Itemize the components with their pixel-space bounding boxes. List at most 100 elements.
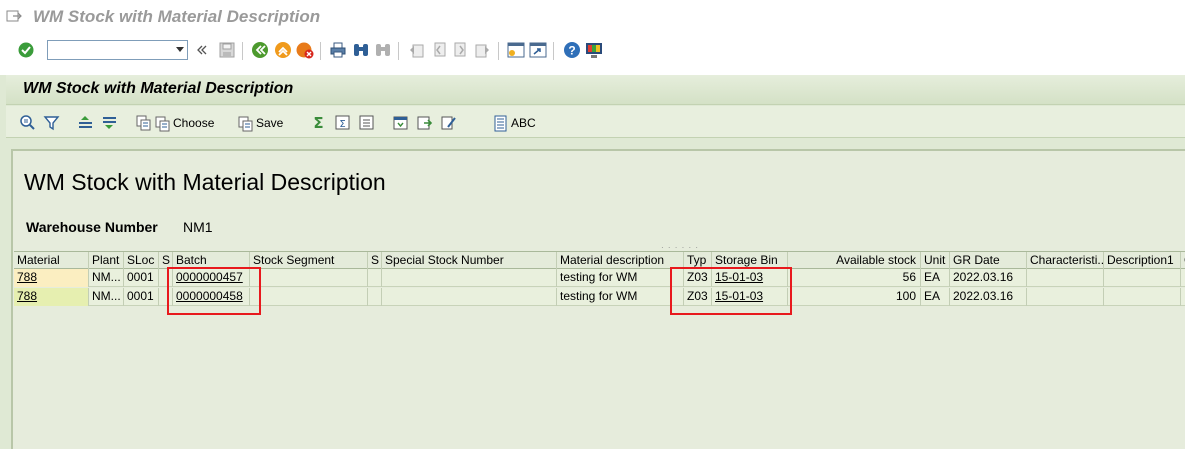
- column-header-sloc[interactable]: SLoc: [124, 252, 159, 270]
- filter-icon[interactable]: [43, 114, 60, 131]
- cell-gr-date: 2022.03.16: [950, 288, 1027, 306]
- cell-s2: [368, 288, 382, 306]
- details-icon[interactable]: [19, 114, 36, 131]
- column-header-typ[interactable]: Typ: [684, 252, 712, 270]
- save-label: Save: [256, 116, 284, 130]
- cell-unit: EA: [921, 288, 950, 306]
- cell-special-stock-number: [382, 269, 557, 287]
- cell-sloc: 0001: [124, 288, 159, 306]
- shortcut-icon[interactable]: [529, 41, 547, 59]
- column-header-material[interactable]: Material: [14, 252, 89, 270]
- first-page-icon[interactable]: [407, 41, 425, 59]
- app-title-bar: WM Stock with Material Description: [6, 75, 1185, 105]
- separator: [320, 42, 321, 60]
- column-header-batch[interactable]: Batch: [173, 252, 250, 270]
- cell-material[interactable]: 788: [14, 269, 89, 287]
- window-title-bar: WM Stock with Material Description: [0, 0, 1185, 34]
- column-header-s[interactable]: S: [159, 252, 173, 270]
- cell-characteristic: [1027, 269, 1104, 287]
- cell-plant: NM...: [89, 288, 124, 306]
- save-layout-icon: [238, 116, 253, 131]
- back-icon[interactable]: [251, 41, 269, 59]
- warehouse-number-label: Warehouse Number: [26, 219, 158, 235]
- cell-available-stock: 100: [788, 288, 921, 306]
- save-layout-button[interactable]: Save: [237, 114, 283, 132]
- cell-s: [159, 269, 173, 287]
- table-row[interactable]: 788 NM... 0001 0000000458 testing for WM…: [14, 288, 1185, 306]
- sort-descending-icon[interactable]: [101, 114, 118, 131]
- cell-sloc: 0001: [124, 269, 159, 287]
- svg-text:?: ?: [568, 44, 575, 58]
- column-header-s2[interactable]: S: [368, 252, 382, 270]
- next-page-icon[interactable]: [452, 41, 470, 59]
- cancel-icon[interactable]: [296, 41, 314, 59]
- export-icon[interactable]: [392, 114, 409, 131]
- choose-label: Choose: [173, 116, 215, 130]
- sort-ascending-icon[interactable]: [77, 114, 94, 131]
- customize-layout-icon[interactable]: [585, 41, 603, 59]
- save-icon[interactable]: [218, 41, 236, 59]
- abc-analysis-button[interactable]: ABC: [492, 114, 536, 132]
- last-page-icon[interactable]: [474, 41, 492, 59]
- send-icon[interactable]: [416, 114, 433, 131]
- command-field[interactable]: [47, 40, 188, 60]
- cell-batch[interactable]: 0000000458: [173, 288, 250, 306]
- print-icon[interactable]: [329, 41, 347, 59]
- column-header-available-stock[interactable]: Available stock: [788, 252, 921, 270]
- collapse-icon[interactable]: [196, 41, 208, 59]
- cell-available-stock: 56: [788, 269, 921, 287]
- cell-s: [159, 288, 173, 306]
- column-header-material-description[interactable]: Material description: [557, 252, 684, 270]
- abc-label: ABC: [511, 116, 536, 130]
- column-header-description1[interactable]: Description1: [1104, 252, 1181, 270]
- select-layout-icon[interactable]: [135, 114, 152, 131]
- column-header-unit[interactable]: Unit: [921, 252, 950, 270]
- chevron-down-icon[interactable]: [176, 47, 184, 52]
- cell-c: [1181, 269, 1185, 287]
- expand-collapse-icon[interactable]: [358, 114, 375, 131]
- choose-icon: [155, 116, 170, 131]
- cell-storage-bin[interactable]: 15-01-03: [712, 288, 788, 306]
- cell-c: [1181, 288, 1185, 306]
- exit-icon[interactable]: [274, 41, 292, 59]
- column-header-characteristic[interactable]: Characteristi...: [1027, 252, 1104, 270]
- cell-material[interactable]: 788: [14, 288, 89, 306]
- cell-description1: [1104, 288, 1181, 306]
- find-next-icon[interactable]: [374, 41, 392, 59]
- application-toolbar: Choose Save Σ Σ ABC: [6, 106, 1185, 138]
- cell-gr-date: 2022.03.16: [950, 269, 1027, 287]
- choose-layout-button[interactable]: Choose: [154, 114, 214, 132]
- separator: [242, 42, 243, 60]
- column-header-c[interactable]: C: [1181, 252, 1185, 270]
- column-header-stock-segment[interactable]: Stock Segment: [250, 252, 368, 270]
- table-row[interactable]: 788 NM... 0001 0000000457 testing for WM…: [14, 269, 1185, 287]
- command-input[interactable]: [48, 41, 168, 59]
- warehouse-number-value: NM1: [183, 219, 213, 235]
- previous-page-icon[interactable]: [430, 41, 448, 59]
- cell-special-stock-number: [382, 288, 557, 306]
- column-header-gr-date[interactable]: GR Date: [950, 252, 1027, 270]
- change-layout-icon[interactable]: [440, 114, 457, 131]
- menu-icon[interactable]: [6, 9, 22, 23]
- column-header-special-stock-number[interactable]: Special Stock Number: [382, 252, 557, 270]
- help-icon[interactable]: ?: [563, 41, 581, 59]
- cell-material-description: testing for WM: [557, 288, 684, 306]
- subtotal-icon[interactable]: Σ: [334, 114, 351, 131]
- app-title: WM Stock with Material Description: [23, 80, 294, 97]
- cell-description1: [1104, 269, 1181, 287]
- separator: [553, 42, 554, 60]
- grid-header: Material Plant SLoc S Batch Stock Segmen…: [14, 251, 1185, 270]
- find-icon[interactable]: [352, 41, 370, 59]
- cell-stock-segment: [250, 288, 368, 306]
- column-header-plant[interactable]: Plant: [89, 252, 124, 270]
- cell-s2: [368, 269, 382, 287]
- cell-material-description: testing for WM: [557, 269, 684, 287]
- cell-storage-bin[interactable]: 15-01-03: [712, 269, 788, 287]
- window-title: WM Stock with Material Description: [33, 7, 321, 26]
- total-icon[interactable]: Σ: [310, 114, 327, 131]
- cell-batch[interactable]: 0000000457: [173, 269, 250, 287]
- create-session-icon[interactable]: [507, 41, 525, 59]
- column-header-storage-bin[interactable]: Storage Bin: [712, 252, 788, 270]
- enter-icon[interactable]: [17, 41, 35, 59]
- abc-icon: [494, 115, 507, 131]
